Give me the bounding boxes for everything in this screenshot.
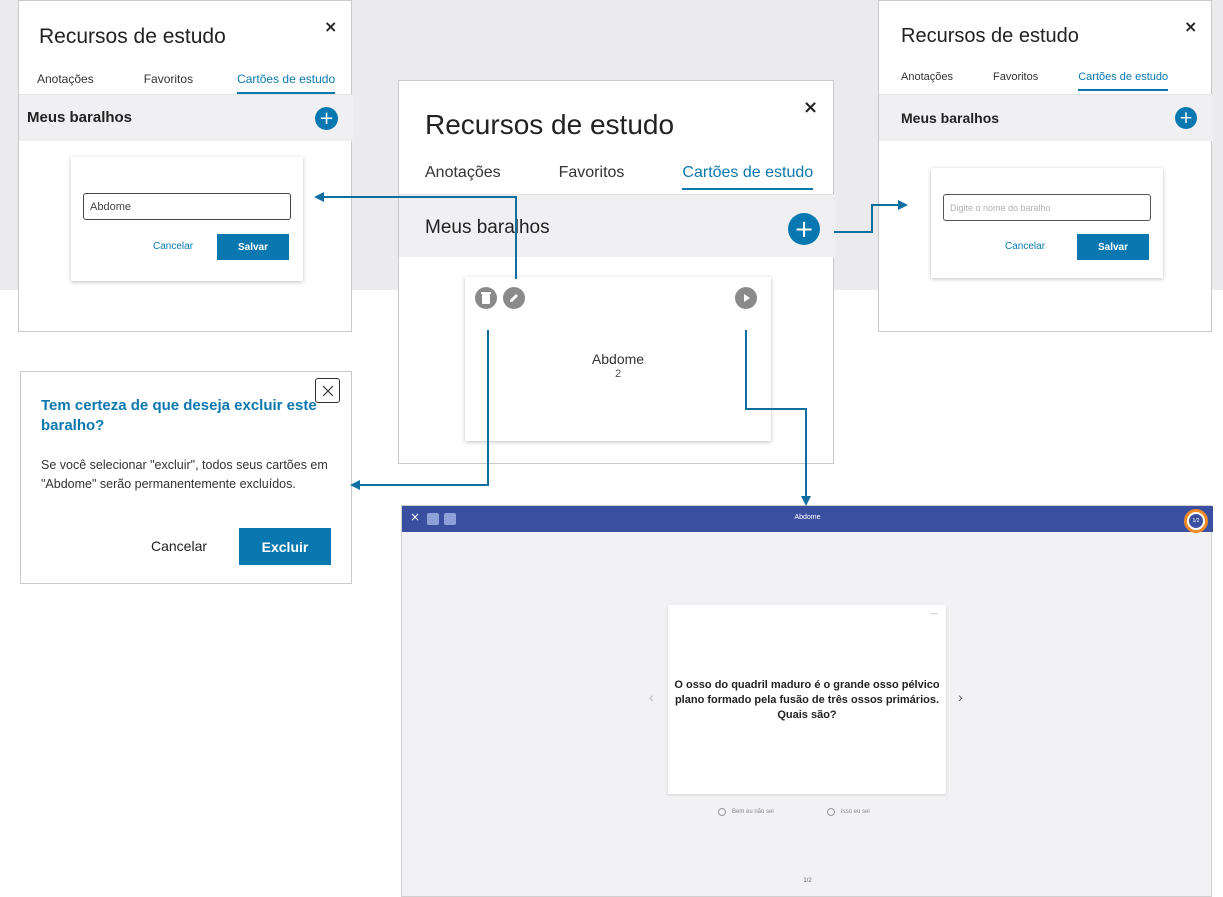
- progress-badge-inner: 1/2: [1189, 514, 1203, 528]
- study-header-bar: × Abdome 1/2: [402, 506, 1213, 533]
- edit-icon[interactable]: [503, 287, 525, 309]
- card-menu-icon[interactable]: —: [930, 609, 938, 618]
- dialog-title: Tem certeza de que deseja excluir este b…: [41, 397, 317, 434]
- tab-bar: Anotações Favoritos Cartões de estudo: [37, 72, 336, 94]
- tab-notes[interactable]: Anotações: [425, 164, 501, 182]
- plus-icon: +: [1178, 108, 1194, 128]
- deck-name-input[interactable]: Abdome: [83, 193, 291, 220]
- delete-icon[interactable]: [475, 287, 497, 309]
- plus-icon: +: [793, 215, 815, 243]
- panel-title: Recursos de estudo: [425, 109, 675, 140]
- tab-bar: Anotações Favoritos Cartões de estudo: [901, 71, 1168, 91]
- study-resources-panel-main: Recursos de estudo × Anotações Favoritos…: [398, 80, 835, 464]
- dialog-body: Se você selecionar "excluir", todos seus…: [41, 458, 328, 491]
- panel-title: Recursos de estudo: [39, 25, 226, 48]
- page-indicator: 1/2: [803, 878, 812, 884]
- cancel-button[interactable]: Cancelar: [153, 241, 193, 252]
- tab-flashcards[interactable]: Cartões de estudo: [1078, 71, 1168, 91]
- play-icon[interactable]: [735, 287, 757, 309]
- add-deck-button[interactable]: +: [1175, 107, 1197, 129]
- sad-face-icon: [718, 808, 726, 816]
- tab-notes[interactable]: Anotações: [901, 71, 953, 83]
- happy-face-icon: [827, 808, 835, 816]
- edit-deck-card: Abdome Cancelar Salvar: [71, 157, 303, 281]
- know-label: Isso eu sei: [841, 809, 870, 815]
- deck-name: Abdome: [591, 351, 645, 367]
- close-icon[interactable]: ×: [803, 99, 818, 117]
- know-button[interactable]: Isso eu sei: [827, 808, 870, 816]
- previous-card-icon[interactable]: ‹: [649, 689, 654, 705]
- tab-flashcards[interactable]: Cartões de estudo: [237, 72, 336, 94]
- close-icon[interactable]: ×: [324, 19, 337, 35]
- flashcard[interactable]: — O osso do quadril maduro é o grande os…: [668, 605, 946, 794]
- close-icon: [322, 385, 333, 396]
- tab-favorites[interactable]: Favoritos: [993, 71, 1038, 83]
- progress-badge-text: 1/2: [1192, 518, 1200, 524]
- save-button[interactable]: Salvar: [217, 234, 289, 260]
- deck-card-count: 2: [614, 368, 622, 380]
- dont-know-button[interactable]: Bem eu não sei: [718, 808, 774, 816]
- tab-favorites[interactable]: Favoritos: [559, 164, 625, 182]
- tab-bar: Anotações Favoritos Cartões de estudo: [425, 164, 813, 190]
- deck-name-input[interactable]: Digite o nome do baralho: [943, 194, 1151, 221]
- study-view: × Abdome 1/2 — O osso do quadril maduro …: [401, 505, 1213, 897]
- add-deck-button[interactable]: +: [315, 107, 338, 130]
- study-resources-panel-edit: Recursos de estudo × Anotações Favoritos…: [18, 0, 353, 332]
- flashcard-question: O osso do quadril maduro é o grande osso…: [674, 679, 940, 721]
- new-deck-card: Digite o nome do baralho Cancelar Salvar: [931, 168, 1163, 278]
- my-decks-label: Meus baralhos: [27, 109, 133, 126]
- delete-confirm-button[interactable]: Excluir: [239, 528, 331, 565]
- dont-know-label: Bem eu não sei: [732, 809, 774, 815]
- progress-badge: 1/2: [1184, 509, 1208, 533]
- delete-deck-dialog: Tem certeza de que deseja excluir este b…: [20, 371, 352, 584]
- add-deck-button[interactable]: +: [788, 213, 820, 245]
- study-resources-panel-new: Recursos de estudo × Anotações Favoritos…: [878, 0, 1213, 332]
- tab-favorites[interactable]: Favoritos: [144, 72, 193, 86]
- close-icon[interactable]: ×: [1184, 19, 1197, 35]
- my-decks-label: Meus baralhos: [901, 110, 1000, 126]
- plus-icon: +: [318, 108, 335, 129]
- study-header-title: Abdome: [794, 514, 821, 521]
- my-decks-label: Meus baralhos: [425, 217, 550, 238]
- cancel-button[interactable]: Cancelar: [1005, 241, 1045, 252]
- tab-notes[interactable]: Anotações: [37, 72, 94, 86]
- save-button[interactable]: Salvar: [1077, 234, 1149, 260]
- deck-card[interactable]: Abdome 2: [465, 277, 771, 441]
- panel-title: Recursos de estudo: [901, 25, 1079, 47]
- cancel-button[interactable]: Cancelar: [151, 538, 207, 554]
- tab-flashcards[interactable]: Cartões de estudo: [682, 164, 813, 190]
- next-card-icon[interactable]: ›: [958, 689, 963, 705]
